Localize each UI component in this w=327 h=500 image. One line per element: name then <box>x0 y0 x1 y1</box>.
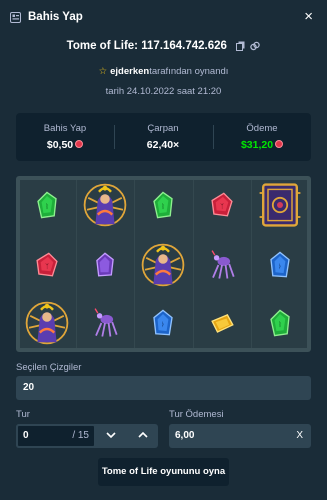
slot-symbol-gem-blue: ᚦ <box>145 305 181 341</box>
reel-divider <box>193 180 194 348</box>
svg-text:ᚦ: ᚦ <box>278 264 282 271</box>
svg-text:ᛉ: ᛉ <box>220 204 224 211</box>
stat-multiplier-value: 62,40× <box>146 139 180 151</box>
stat-multiplier-label: Çarpan <box>147 123 179 134</box>
played-by-suffix: tarafından oynandı <box>149 66 229 77</box>
reel-divider <box>251 180 252 348</box>
reel-divider <box>134 180 135 348</box>
star-icon: ☆ <box>98 66 108 77</box>
bet-id: 117.164.742.626 <box>141 40 227 52</box>
slot-symbol-spider <box>204 247 240 283</box>
slot-symbol-gem-green: ᚱ <box>29 187 65 223</box>
player-name-link[interactable]: ejderken <box>110 66 149 77</box>
svg-text:ᚦ: ᚦ <box>161 322 165 329</box>
stat-payout-value: $31,20 <box>213 139 311 151</box>
slot-symbol-gem-purple <box>87 247 123 283</box>
stat-bet-label: Bahis Yap <box>43 123 87 134</box>
chevron-up-icon <box>137 431 148 438</box>
reel-divider <box>76 180 77 348</box>
slot-symbol-sorceress <box>139 241 187 289</box>
ticket-icon <box>10 12 21 23</box>
copy-icon[interactable] <box>236 41 245 51</box>
bet-date: tarih 24.10.2022 saat 21:20 <box>105 86 222 97</box>
svg-text:ᛉ: ᛉ <box>45 264 49 271</box>
slot-symbol-gem-green: ᚱ <box>262 305 298 341</box>
slot-symbol-gem-yellow <box>204 305 240 341</box>
clear-icon[interactable]: X <box>296 424 303 448</box>
played-by-line: ☆ ejderkentarafından oynandı <box>0 66 327 77</box>
link-icon[interactable] <box>250 41 261 51</box>
coin-icon <box>75 140 84 148</box>
round-payout-label: Tur Ödemesi <box>169 409 224 420</box>
slot-symbol-spider <box>87 305 123 341</box>
slot-symbol-gem-green: ᚱ <box>145 187 181 223</box>
modal-title: Bahis Yap <box>28 11 83 23</box>
round-control: 0 / 15 <box>16 424 158 448</box>
slot-symbol-book <box>256 181 304 229</box>
svg-text:ᚱ: ᚱ <box>161 204 165 211</box>
round-payout-field[interactable]: 6,00 X <box>169 424 311 448</box>
round-value: 0 <box>23 430 29 441</box>
svg-text:ᚱ: ᚱ <box>278 322 282 329</box>
lines-field[interactable]: 20 <box>16 376 311 400</box>
round-input[interactable]: 0 / 15 <box>16 424 96 448</box>
modal-header: Bahis Yap × <box>0 0 327 36</box>
stat-multiplier: Çarpan 62,40× <box>114 113 212 161</box>
slot-symbol-sorceress <box>81 181 129 229</box>
stat-payout: Ödeme $31,20 <box>213 113 311 161</box>
bet-id-line: Tome of Life: 117.164.742.626 <box>0 40 327 54</box>
slot-symbol-gem-red: ᛉ <box>204 187 240 223</box>
slot-symbol-gem-red: ᛉ <box>29 247 65 283</box>
stat-bet: Bahis Yap $0,50 <box>16 113 114 161</box>
chevron-down-icon <box>105 432 116 439</box>
coin-icon <box>275 140 284 148</box>
stat-bet-value: $0,50 <box>16 139 114 151</box>
round-decrease-button[interactable] <box>99 424 122 448</box>
round-label: Tur <box>16 409 30 420</box>
slot-symbol-gem-blue: ᚦ <box>262 247 298 283</box>
play-game-button[interactable]: Tome of Life oyununu oyna <box>98 458 229 486</box>
slot-board: ᚱ ᚱ ᛉ ᛉ ᚦ ᚦ ᚱ <box>16 176 311 352</box>
lines-label: Seçilen Çizgiler <box>16 362 82 373</box>
round-total: / 15 <box>72 430 89 441</box>
slot-symbol-sorceress <box>23 299 71 347</box>
bet-stats-panel: Bahis Yap $0,50 Çarpan 62,40× Ödeme $31,… <box>16 113 311 161</box>
close-button[interactable]: × <box>304 9 313 24</box>
game-name: Tome of Life: <box>66 40 139 52</box>
round-increase-button[interactable] <box>131 424 154 448</box>
svg-text:ᚱ: ᚱ <box>45 204 49 211</box>
round-payout-value: 6,00 <box>175 430 195 441</box>
stat-payout-label: Ödeme <box>246 123 278 134</box>
